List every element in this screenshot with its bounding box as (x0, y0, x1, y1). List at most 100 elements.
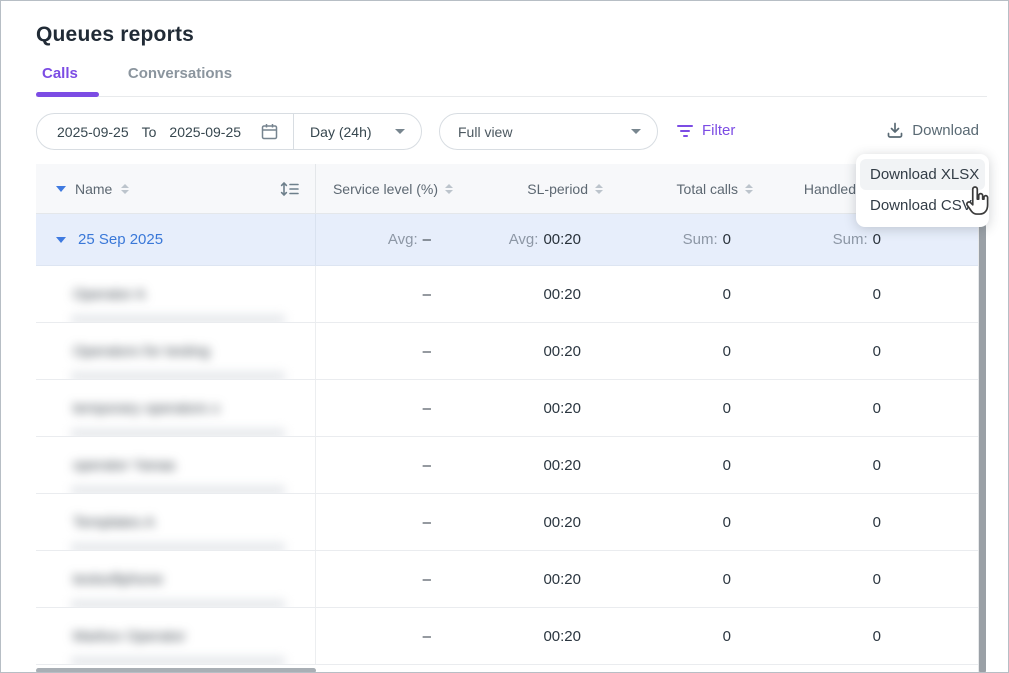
column-label: Handled (804, 181, 856, 197)
interval-value: Day (24h) (310, 124, 371, 140)
sl-period-cell: 00:20 (466, 266, 616, 322)
sort-icon[interactable] (595, 184, 603, 194)
tab-conversations[interactable]: Conversations (122, 61, 238, 96)
column-label: Service level (%) (333, 181, 438, 197)
sl-period-cell: 00:20 (466, 551, 616, 607)
collapse-caret-icon[interactable] (56, 186, 66, 192)
total-calls-cell: 0 (616, 380, 766, 436)
active-tab-indicator (36, 92, 99, 97)
queue-name-cell: Markov Operator (36, 608, 316, 664)
handled-cell: 0 (766, 494, 979, 550)
download-button[interactable]: Download (886, 121, 979, 139)
handled-cell: 0 (766, 323, 979, 379)
horizontal-scrollbar[interactable] (36, 668, 316, 673)
column-header-total-calls[interactable]: Total calls (616, 164, 766, 213)
sort-icon[interactable] (121, 184, 129, 194)
menu-item-download-xlsx[interactable]: Download XLSX (860, 159, 985, 190)
summary-value: 0 (723, 231, 731, 248)
redacted-queue-name: Markov Operator (73, 628, 186, 645)
menu-item-download-csv[interactable]: Download CSV (856, 190, 989, 221)
table-header-row: Name Service level (%) (36, 164, 979, 214)
summary-value: 00:20 (543, 231, 581, 248)
group-date-toggle[interactable]: 25 Sep 2025 (36, 214, 316, 265)
redacted-queue-name: Operators for testing (73, 343, 210, 360)
filter-button[interactable]: Filter (677, 122, 735, 139)
table-row[interactable]: Operators for testing – 00:20 0 0 (36, 323, 979, 380)
date-from: 2025-09-25 (57, 124, 129, 140)
column-header-sl-period[interactable]: SL-period (466, 164, 616, 213)
service-level-cell: – (316, 608, 466, 664)
service-level-cell: – (316, 551, 466, 607)
column-header-service-level[interactable]: Service level (%) (316, 164, 466, 213)
collapse-caret-icon (56, 237, 66, 243)
download-icon (886, 121, 904, 139)
service-level-cell: – (316, 437, 466, 493)
service-level-cell: – (316, 323, 466, 379)
total-calls-cell: 0 (616, 266, 766, 322)
interval-dropdown[interactable]: Day (24h) (294, 114, 421, 149)
table-row[interactable]: testsoftphone – 00:20 0 0 (36, 551, 979, 608)
queues-table: Name Service level (%) (36, 164, 979, 665)
sort-icon[interactable] (445, 184, 453, 194)
total-calls-cell: 0 (616, 608, 766, 664)
view-value: Full view (458, 124, 512, 140)
column-label: Total calls (677, 181, 738, 197)
column-header-name[interactable]: Name (36, 164, 316, 213)
download-menu: Download XLSX Download CSV (856, 154, 989, 227)
tabs-divider (36, 96, 987, 97)
table-row[interactable]: Templates A – 00:20 0 0 (36, 494, 979, 551)
table-row[interactable]: Markov Operator – 00:20 0 0 (36, 608, 979, 665)
sl-period-cell: 00:20 (466, 323, 616, 379)
redacted-queue-name: Operator A (73, 286, 146, 303)
row-height-icon[interactable] (279, 180, 301, 198)
queue-name-cell: operator Yanaa (36, 437, 316, 493)
summary-value: 0 (873, 231, 881, 248)
summary-label: Avg: (388, 231, 418, 248)
date-interval-control: 2025-09-25 To 2025-09-25 Day (24h) (36, 113, 422, 150)
sl-period-cell: 00:20 (466, 608, 616, 664)
sl-period-cell: 00:20 (466, 437, 616, 493)
date-range-picker[interactable]: 2025-09-25 To 2025-09-25 (37, 114, 293, 149)
table-row[interactable]: Operator A – 00:20 0 0 (36, 266, 979, 323)
date-to-word: To (142, 124, 157, 140)
summary-label: Sum: (833, 231, 868, 248)
handled-cell: 0 (766, 608, 979, 664)
column-label: SL-period (527, 181, 588, 197)
service-level-cell: – (316, 380, 466, 436)
chevron-down-icon (395, 129, 405, 134)
download-label: Download (912, 122, 979, 139)
queue-name-cell: temporary operators x (36, 380, 316, 436)
view-dropdown[interactable]: Full view (439, 113, 658, 150)
table-row[interactable]: operator Yanaa – 00:20 0 0 (36, 437, 979, 494)
column-label: Name (75, 181, 112, 197)
summary-value: – (423, 231, 431, 248)
filter-label: Filter (702, 122, 735, 139)
handled-cell: 0 (766, 380, 979, 436)
group-date: 25 Sep 2025 (78, 231, 163, 248)
page-title: Queues reports (36, 23, 194, 47)
summary-cell-sl-period: Avg: 00:20 (466, 214, 616, 265)
total-calls-cell: 0 (616, 437, 766, 493)
date-to: 2025-09-25 (169, 124, 241, 140)
vertical-scrollbar[interactable] (979, 223, 986, 673)
redacted-queue-name: testsoftphone (73, 571, 163, 588)
table-row[interactable]: temporary operators x – 00:20 0 0 (36, 380, 979, 437)
tab-calls[interactable]: Calls (36, 61, 84, 96)
queue-name-cell: Templates A (36, 494, 316, 550)
queue-name-cell: Operator A (36, 266, 316, 322)
redacted-queue-name: operator Yanaa (73, 457, 175, 474)
redacted-queue-name: Templates A (73, 514, 155, 531)
tab-bar: Calls Conversations (36, 61, 238, 96)
queue-name-cell: Operators for testing (36, 323, 316, 379)
table-body: Operator A – 00:20 0 0 Operators for tes… (36, 266, 979, 665)
total-calls-cell: 0 (616, 494, 766, 550)
service-level-cell: – (316, 494, 466, 550)
sl-period-cell: 00:20 (466, 494, 616, 550)
total-calls-cell: 0 (616, 551, 766, 607)
sl-period-cell: 00:20 (466, 380, 616, 436)
sort-icon[interactable] (745, 184, 753, 194)
summary-cell-total-calls: Sum: 0 (616, 214, 766, 265)
queue-name-cell: testsoftphone (36, 551, 316, 607)
summary-label: Sum: (683, 231, 718, 248)
service-level-cell: – (316, 266, 466, 322)
